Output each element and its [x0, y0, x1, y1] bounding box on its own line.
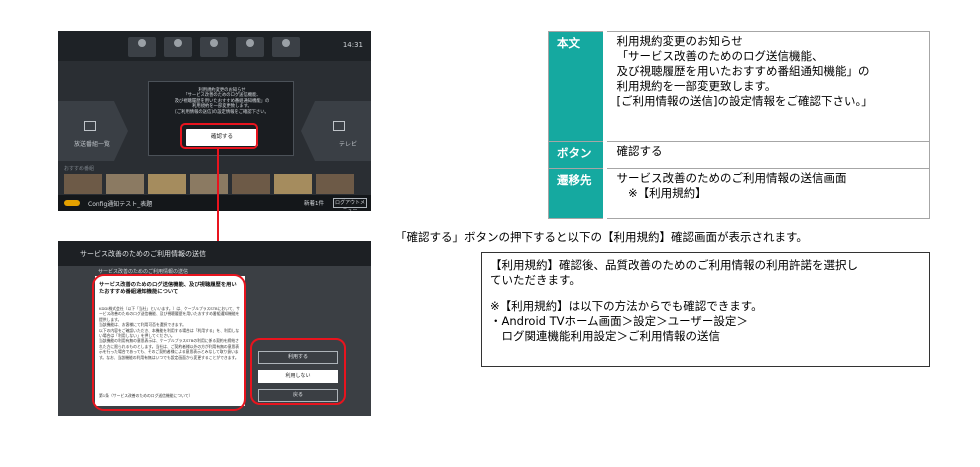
home-bottom-bar: Config通知テスト_表題 新着1件 ログアウトメニュー — [58, 195, 371, 211]
buttons-highlight — [250, 338, 346, 405]
recommend-row-label: おすすめ番組 — [64, 166, 95, 172]
program-list-icon — [84, 121, 96, 131]
spec-value: サービス改善のためのご利用情報の送信画面 ※【利用規約】 — [604, 168, 930, 219]
app-tile[interactable] — [236, 37, 264, 57]
thumbnail[interactable] — [190, 174, 228, 194]
transition-caption: 「確認する」ボタンの押下すると以下の【利用規約】確認画面が表示されます。 — [395, 230, 808, 244]
app-tile[interactable] — [200, 37, 228, 57]
notification-title: Config通知テスト_表題 — [88, 201, 153, 208]
program-list-tile[interactable]: 放送番組一覧 — [58, 101, 128, 161]
new-count: 新着1件 — [304, 201, 324, 207]
logout-menu-button[interactable]: ログアウトメニュー — [333, 198, 367, 211]
program-list-label: 放送番組一覧 — [74, 141, 111, 148]
tv-icon — [333, 121, 345, 131]
thumbnail[interactable] — [148, 174, 186, 194]
spec-value: 利用規約変更のお知らせ 「サービス改善のためのログ送信機能、 及び視聴履歴を用い… — [604, 31, 930, 142]
recommend-thumbnails — [64, 174, 364, 194]
thumbnail[interactable] — [274, 174, 312, 194]
note-box: 【利用規約】確認後、品質改善のためのご利用情報の利用許諾を選択し ていただきます… — [481, 252, 930, 367]
confirm-highlight — [180, 123, 258, 149]
spec-row: ボタン 確認する — [548, 141, 930, 169]
thumbnail[interactable] — [232, 174, 270, 194]
thumbnail[interactable] — [106, 174, 144, 194]
clock: 14:31 — [342, 41, 363, 49]
dialog-message: 利用規約変更のお知らせ 「サービス改善のためのログ送信機能、 及び視聴履歴を用い… — [174, 88, 270, 115]
document-highlight — [92, 274, 246, 411]
spec-row: 本文 利用規約変更のお知らせ 「サービス改善のためのログ送信機能、 及び視聴履歴… — [548, 31, 930, 142]
note-consent: 【利用規約】確認後、品質改善のためのご利用情報の利用許諾を選択し ていただきます… — [490, 258, 858, 287]
note-access-path: ※【利用規約】は以下の方法からでも確認できます。 ・Android TVホーム画… — [490, 299, 763, 343]
tv-tile[interactable]: テレビ — [301, 101, 371, 161]
spec-key: 遷移先 — [548, 168, 607, 219]
provider-logo — [64, 200, 80, 206]
terms-title-bar: サービス改善のためのご利用情報の送信 — [58, 241, 371, 266]
home-top-bar: 14:31 — [58, 31, 371, 61]
app-tile[interactable] — [128, 37, 156, 57]
spec-key: ボタン — [548, 141, 607, 169]
spec-row: 遷移先 サービス改善のためのご利用情報の送信画面 ※【利用規約】 — [548, 168, 930, 219]
tv-home-screenshot: 14:31 放送番組一覧 テレビ おすすめ番組 Config通知テスト_表題 新… — [58, 31, 371, 211]
app-tile[interactable] — [272, 37, 300, 57]
thumbnail[interactable] — [316, 174, 354, 194]
spec-value: 確認する — [604, 141, 930, 169]
spec-key: 本文 — [548, 31, 607, 142]
spec-table: 本文 利用規約変更のお知らせ 「サービス改善のためのログ送信機能、 及び視聴履歴… — [548, 31, 930, 219]
app-tile[interactable] — [164, 37, 192, 57]
terms-screen-title: サービス改善のためのご利用情報の送信 — [80, 250, 206, 258]
thumbnail[interactable] — [64, 174, 102, 194]
tv-label: テレビ — [338, 141, 357, 148]
